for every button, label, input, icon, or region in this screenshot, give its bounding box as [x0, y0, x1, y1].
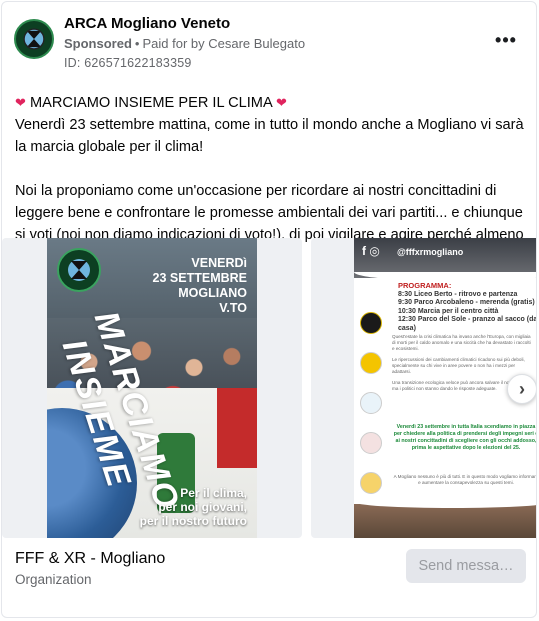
poster-highlight: Venerdì 23 settembre in tutta Italia sce… — [393, 424, 536, 451]
partner-logos — [360, 312, 384, 512]
sponsored-label: Sponsored — [64, 36, 132, 51]
march-poster-image: VENERDì 23 SETTEMBRE MOGLIANO V.TO MARCI… — [47, 238, 257, 538]
sponsor-line: Sponsored • Paid for by Cesare Bulegato — [64, 36, 305, 51]
footer-title[interactable]: FFF & XR - Mogliano — [15, 550, 165, 568]
carousel-slide-1[interactable]: VENERDì 23 SETTEMBRE MOGLIANO V.TO MARCI… — [2, 238, 302, 538]
extinction-logo-icon — [16, 21, 52, 57]
poster-slogan: Per il clima, per noi giovani, per il no… — [139, 486, 247, 528]
poster-date: VENERDì 23 SETTEMBRE MOGLIANO V.TO — [152, 256, 247, 315]
extinction-logo-icon — [57, 248, 101, 292]
paid-for-by: Paid for by Cesare Bulegato — [142, 36, 306, 51]
ad-id: ID: 626571622183359 — [64, 56, 192, 70]
heart-icon: ❤ — [275, 95, 287, 110]
carousel-slide-2[interactable]: f ◎ @fffxrmogliano PROGRAMMA: 8:30 Liceo… — [311, 238, 536, 538]
headline-text: MARCIAMO INSIEME PER IL CLIMA — [29, 95, 272, 111]
ad-card: ARCA Mogliano Veneto Sponsored • Paid for … — [1, 1, 537, 618]
ad-footer: FFF & XR - Mogliano Organization Send me… — [2, 539, 536, 617]
body-paragraph-1: Venerdì 23 settembre mattina, come in tu… — [15, 117, 524, 155]
headline: ❤ MARCIAMO INSIEME PER IL CLIMA ❤ — [15, 92, 527, 114]
ad-header: ARCA Mogliano Veneto Sponsored • Paid for … — [2, 2, 536, 82]
poster-handle: @fffxrmogliano — [397, 247, 464, 257]
poster-footnote: A Mogliano nessuno è più di tutti. E in … — [393, 474, 536, 485]
footer-subtitle: Organization — [15, 572, 92, 587]
more-options-icon[interactable]: ••• — [490, 30, 522, 54]
poster-program: PROGRAMMA: 8:30 Liceo Berto - ritrovo e … — [398, 281, 536, 332]
social-icons: f ◎ — [362, 244, 380, 258]
carousel-next-icon[interactable]: › — [507, 374, 536, 404]
send-message-button[interactable]: Send messa… — [406, 549, 526, 583]
poster-title: MARCIAMO — [86, 306, 187, 516]
heart-icon: ❤ — [15, 95, 26, 110]
page-name[interactable]: ARCA Mogliano Veneto — [64, 15, 230, 32]
separator-dot: • — [134, 36, 140, 51]
poster-title: INSIEME — [54, 334, 139, 493]
page-avatar[interactable] — [14, 19, 54, 59]
image-carousel: VENERDì 23 SETTEMBRE MOGLIANO V.TO MARCI… — [2, 238, 536, 538]
